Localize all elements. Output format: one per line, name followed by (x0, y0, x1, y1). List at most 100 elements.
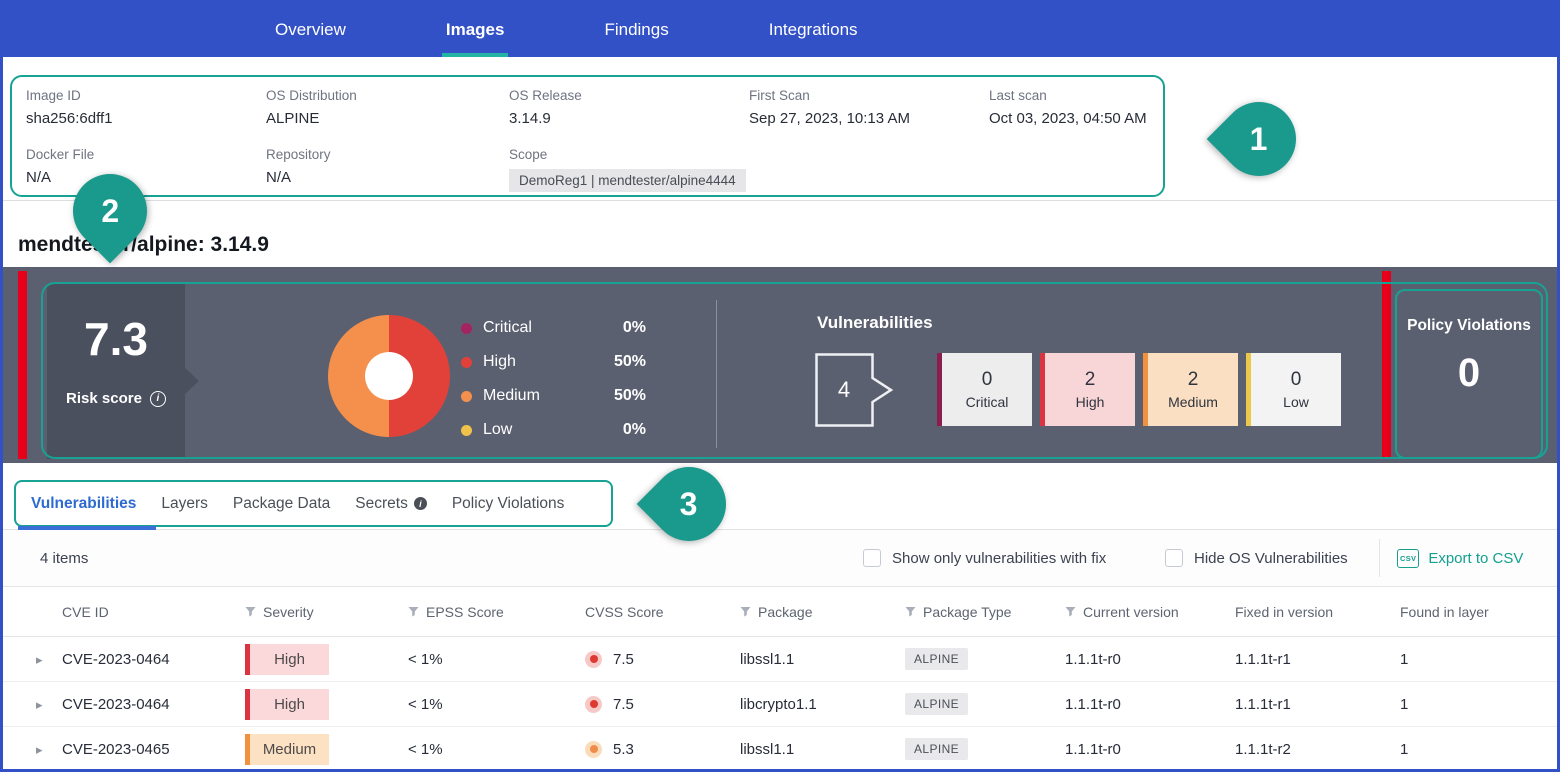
package-name: libssl1.1 (740, 651, 905, 668)
fixed-in-version: 1.1.1t-r2 (1235, 741, 1400, 758)
meta-docker-file: Docker File N/A (26, 147, 266, 196)
found-in-layer: 1 (1400, 651, 1557, 668)
meta-scope: Scope DemoReg1 | mendtester/alpine4444 (509, 147, 749, 196)
scope-badge: DemoReg1 | mendtester/alpine4444 (509, 169, 746, 192)
cvss-severity-dot-icon (585, 696, 602, 713)
legend-row-medium: Medium 50% (461, 379, 646, 413)
meta-last-scan: Last scan Oct 03, 2023, 04:50 AM (989, 88, 1163, 131)
nav-tab-images[interactable]: Images (446, 3, 505, 57)
severity-card-critical: 0 Critical (937, 353, 1032, 426)
vulnerabilities-title: Vulnerabilities (817, 313, 933, 333)
severity-donut (328, 315, 450, 437)
meta-os-distribution: OS Distribution ALPINE (266, 88, 509, 131)
header-severity: Severity (245, 604, 408, 620)
tab-vulnerabilities[interactable]: Vulnerabilities (31, 495, 136, 513)
vulnerabilities-total: 4 (815, 351, 873, 429)
tab-policy-violations[interactable]: Policy Violations (452, 495, 565, 513)
severity-legend: Critical 0% High 50% Medium 50% Low 0% (461, 311, 646, 447)
severity-cards: 0 Critical 2 High 2 Medium 0 Low (937, 353, 1341, 426)
filter-icon[interactable] (408, 606, 419, 617)
tab-secrets-label: Secrets (355, 495, 408, 513)
legend-row-low: Low 0% (461, 413, 646, 447)
filter-icon[interactable] (905, 606, 916, 617)
cvss-score: 7.5 (613, 651, 634, 668)
legend-dot-critical-icon (461, 323, 472, 334)
risk-summary-panel: 7.3 Risk score i Critical 0% High 50% Me… (3, 267, 1557, 463)
table-row[interactable]: ▸ CVE-2023-0464 High < 1% 7.5 libcrypto1… (3, 682, 1557, 727)
cve-id: CVE-2023-0464 (62, 696, 245, 713)
fixed-in-version: 1.1.1t-r1 (1235, 696, 1400, 713)
table-toolbar: 4 items Show only vulnerabilities with f… (3, 530, 1557, 587)
risk-score-value: 7.3 (84, 316, 148, 362)
nav-tab-integrations[interactable]: Integrations (769, 3, 858, 57)
cve-id: CVE-2023-0464 (62, 651, 245, 668)
meta-os-release: OS Release 3.14.9 (509, 88, 749, 131)
page-title: mendtester/alpine: 3.14.9 (18, 233, 269, 257)
risk-score-info-icon[interactable]: i (150, 391, 166, 407)
found-in-layer: 1 (1400, 741, 1557, 758)
filter-os-group: Hide OS Vulnerabilities (1165, 530, 1348, 586)
section-divider (3, 200, 1557, 201)
legend-dot-medium-icon (461, 391, 472, 402)
panel-divider (716, 300, 717, 448)
legend-row-critical: Critical 0% (461, 311, 646, 345)
vulnerabilities-total-tag: 4 (815, 351, 895, 429)
meta-image-id: Image ID sha256:6dff1 (26, 88, 266, 131)
header-cvss-score: CVSS Score (585, 604, 740, 620)
package-type-badge: ALPINE (905, 648, 968, 670)
filter-icon[interactable] (740, 606, 751, 617)
table-row[interactable]: ▸ CVE-2023-0465 Medium < 1% 5.3 libssl1.… (3, 727, 1557, 772)
risk-score-block: 7.3 Risk score i (47, 284, 185, 459)
policy-violations-count: 0 (1458, 351, 1480, 396)
cvss-severity-dot-icon (585, 651, 602, 668)
current-version: 1.1.1t-r0 (1065, 741, 1235, 758)
severity-badge: High (245, 644, 329, 675)
nav-tab-findings[interactable]: Findings (604, 3, 668, 57)
header-package-type: Package Type (905, 604, 1065, 620)
table-row[interactable]: ▸ CVE-2023-0464 High < 1% 7.5 libssl1.1 … (3, 637, 1557, 682)
package-name: libcrypto1.1 (740, 696, 905, 713)
legend-dot-high-icon (461, 357, 472, 368)
expand-caret-icon[interactable]: ▸ (28, 742, 43, 757)
cvss-score: 5.3 (613, 741, 634, 758)
tab-secrets[interactable]: Secrets i (355, 495, 427, 513)
top-nav: Overview Images Findings Integrations (3, 3, 1557, 57)
cve-id: CVE-2023-0465 (62, 741, 245, 758)
tab-layers[interactable]: Layers (161, 495, 208, 513)
cvss-score: 7.5 (613, 696, 634, 713)
export-to-csv-button[interactable]: CSV Export to CSV (1397, 530, 1523, 586)
annotation-balloon-1: 1 (1207, 87, 1312, 192)
image-metadata-panel: Image ID sha256:6dff1 OS Distribution AL… (10, 75, 1165, 197)
csv-file-icon: CSV (1397, 549, 1419, 568)
filter-fix-group: Show only vulnerabilities with fix (863, 530, 1106, 586)
found-in-layer: 1 (1400, 696, 1557, 713)
header-epss-score: EPSS Score (408, 604, 585, 620)
current-version: 1.1.1t-r0 (1065, 651, 1235, 668)
filter-icon[interactable] (1065, 606, 1076, 617)
app-window: Overview Images Findings Integrations Im… (0, 0, 1560, 772)
expand-caret-icon[interactable]: ▸ (28, 652, 43, 667)
checkbox-hide-os-vulnerabilities[interactable] (1165, 549, 1183, 567)
package-type-badge: ALPINE (905, 738, 968, 760)
nav-tabs: Overview Images Findings Integrations (275, 3, 1557, 57)
tab-package-data[interactable]: Package Data (233, 495, 330, 513)
legend-dot-low-icon (461, 425, 472, 436)
epss-score: < 1% (408, 741, 585, 758)
toolbar-separator (1379, 539, 1380, 577)
detail-tabs: Vulnerabilities Layers Package Data Secr… (31, 480, 564, 527)
checkbox-show-only-with-fix[interactable] (863, 549, 881, 567)
risk-level-bar-left (18, 271, 27, 459)
detail-tabs-section: Vulnerabilities Layers Package Data Secr… (3, 463, 1557, 530)
meta-repository: Repository N/A (266, 147, 509, 196)
table-header: CVE ID Severity EPSS Score CVSS Score Pa… (3, 587, 1557, 637)
filter-icon[interactable] (245, 606, 256, 617)
severity-badge: Medium (245, 734, 329, 765)
package-type-badge: ALPINE (905, 693, 968, 715)
secrets-info-icon[interactable]: i (414, 497, 427, 510)
package-name: libssl1.1 (740, 741, 905, 758)
header-current-version: Current version (1065, 604, 1235, 620)
severity-card-medium: 2 Medium (1143, 353, 1238, 426)
nav-tab-overview[interactable]: Overview (275, 3, 346, 57)
expand-caret-icon[interactable]: ▸ (28, 697, 43, 712)
severity-badge: High (245, 689, 329, 720)
